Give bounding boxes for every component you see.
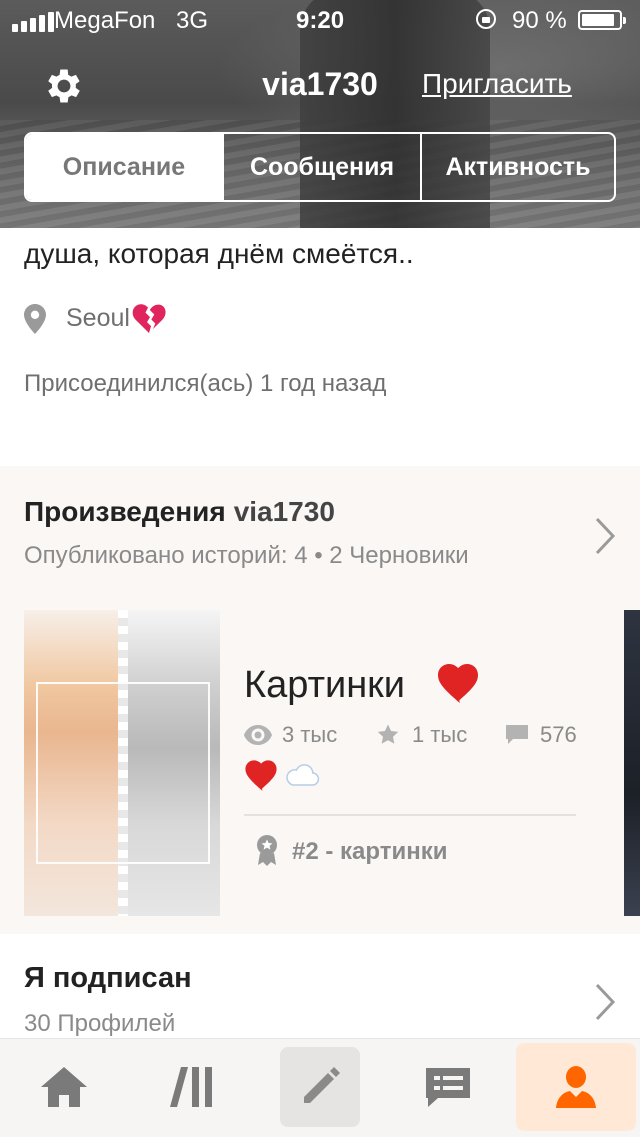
tab-messages[interactable]: Сообщения <box>222 134 420 200</box>
signal-strength-icon <box>12 12 54 32</box>
nav-write[interactable] <box>280 1047 360 1127</box>
tab-activity[interactable]: Активность <box>420 134 614 200</box>
rotation-lock-icon <box>476 9 496 29</box>
cloud-icon <box>286 764 320 786</box>
chevron-right-icon[interactable] <box>594 982 616 1022</box>
story-cover-frame <box>36 682 210 864</box>
home-icon <box>41 1067 87 1107</box>
following-count: 30 Профилей <box>24 1010 176 1037</box>
votes-count: 1 тыс <box>412 722 468 747</box>
broken-heart-icon <box>132 304 166 334</box>
views-stat: 3 тыс <box>244 722 337 748</box>
library-icon <box>170 1067 212 1107</box>
chevron-right-icon[interactable] <box>594 516 616 556</box>
ranking-badge-icon <box>257 835 277 866</box>
votes-stat: 1 тыс <box>376 722 467 748</box>
network-type: 3G <box>176 7 209 34</box>
story-cover[interactable] <box>24 610 220 916</box>
bottom-navigation <box>0 1038 640 1137</box>
comments-stat: 576 <box>504 722 577 748</box>
profile-header: MegaFon 3G 9:20 90 % via1730 Пригласить … <box>0 0 640 228</box>
battery-percent: 90 % <box>512 7 567 34</box>
story-description <box>244 760 320 792</box>
story-stats: 3 тыс 1 тыс 576 <box>244 722 584 752</box>
comments-count: 576 <box>540 722 577 747</box>
works-title[interactable]: Произведения via1730 <box>24 496 335 528</box>
story-title[interactable]: Картинки <box>244 664 405 707</box>
battery-icon <box>578 10 626 30</box>
pencil-icon <box>304 1067 340 1103</box>
nav-home[interactable] <box>24 1047 104 1127</box>
works-subtitle: Опубликовано историй: 4 • 2 Черновики <box>24 542 469 569</box>
next-story-cover[interactable] <box>624 610 640 916</box>
profile-tabs: Описание Сообщения Активность <box>24 132 616 202</box>
joined-date: Присоединился(ась) 1 год назад <box>24 370 387 397</box>
invite-link[interactable]: Пригласить <box>422 68 572 100</box>
tab-description[interactable]: Описание <box>26 134 222 200</box>
red-heart-icon <box>245 760 277 791</box>
clock: 9:20 <box>296 7 345 34</box>
profile-icon <box>556 1066 596 1108</box>
location-pin-icon <box>24 304 46 334</box>
profile-bio: душа, которая днём смеётся.. <box>24 238 414 269</box>
nav-messages[interactable] <box>408 1047 488 1127</box>
profile-username: via1730 <box>262 66 378 102</box>
messages-icon <box>426 1068 470 1107</box>
following-title[interactable]: Я подписан <box>24 962 192 995</box>
gear-icon[interactable] <box>42 64 86 108</box>
works-title-label: Произведения <box>24 496 226 527</box>
nav-profile[interactable] <box>516 1043 636 1131</box>
works-title-username: via1730 <box>233 496 335 527</box>
nav-library[interactable] <box>152 1047 232 1127</box>
rank-divider <box>244 814 576 816</box>
views-count: 3 тыс <box>282 722 338 747</box>
red-heart-icon <box>438 664 478 704</box>
star-icon <box>377 724 399 744</box>
story-ranking[interactable]: #2 - картинки <box>292 838 448 866</box>
status-bar: MegaFon 3G 9:20 90 % <box>0 0 640 40</box>
profile-location: Seoul <box>66 304 130 332</box>
comment-icon <box>506 725 528 744</box>
works-section: Произведения via1730 Опубликовано историй… <box>0 466 640 934</box>
carrier-name: MegaFon <box>54 7 156 34</box>
eye-icon <box>244 725 272 745</box>
